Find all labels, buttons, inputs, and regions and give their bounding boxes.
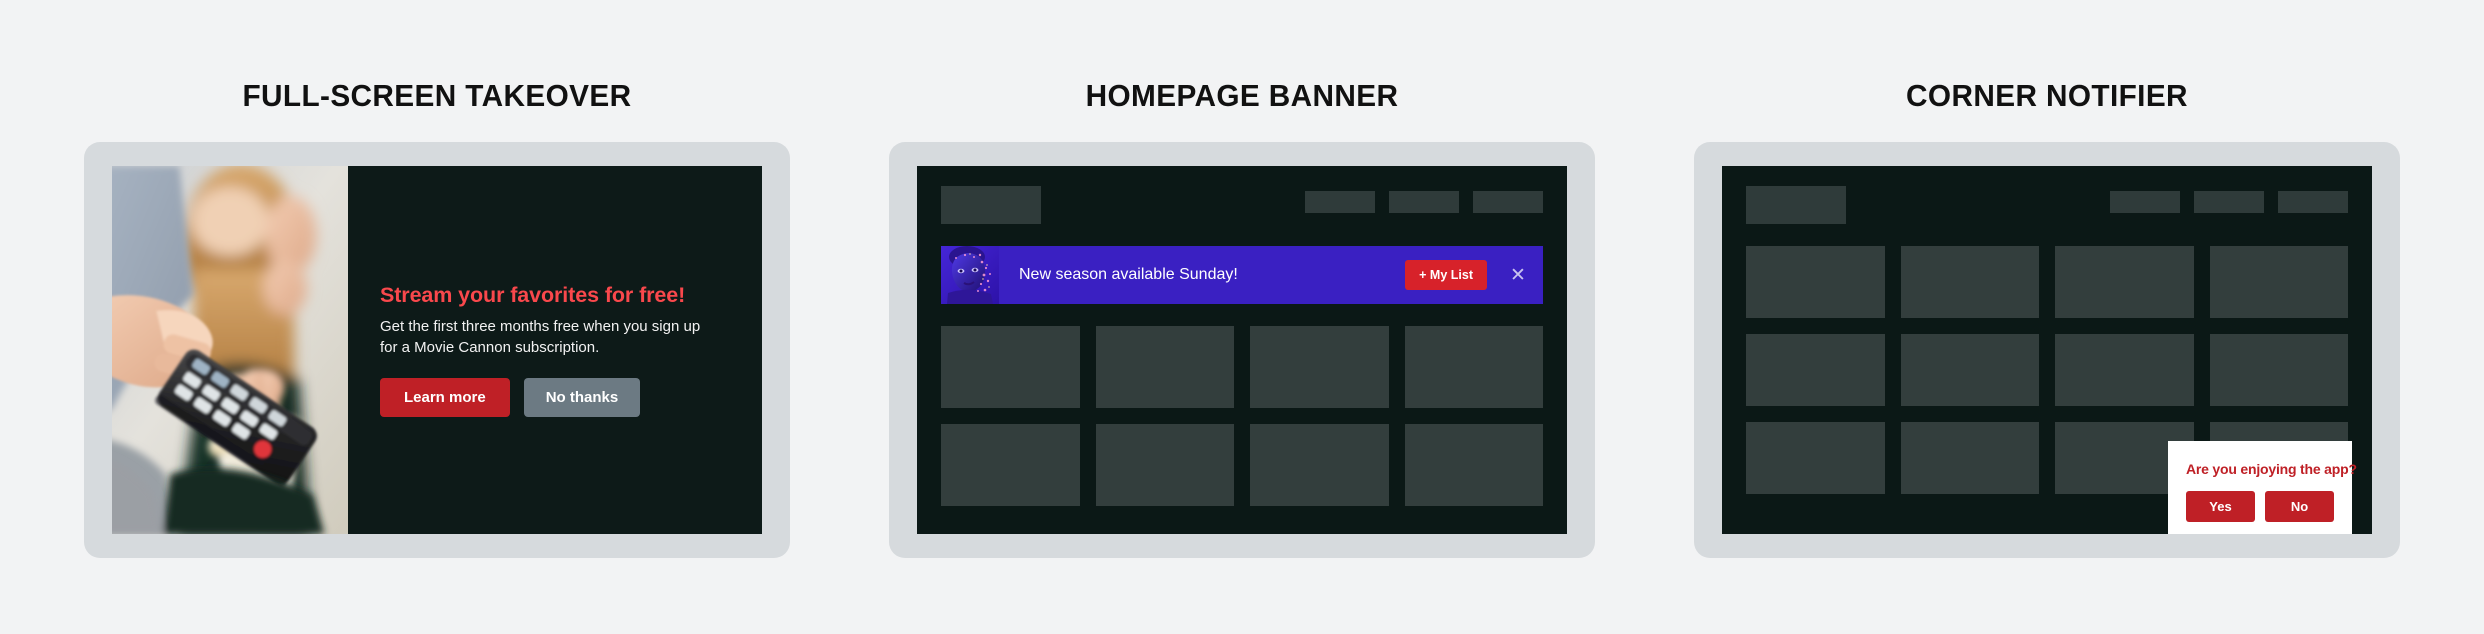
takeover-copy-block: Stream your favorites for free! Get the … (348, 166, 762, 534)
promo-banner-message: New season available Sunday! (1019, 266, 1238, 283)
content-tile[interactable] (1404, 424, 1543, 506)
device-screen-notifier: Are you enjoying the app? Yes No (1722, 166, 2372, 534)
mock-topbar-banner (941, 186, 1543, 224)
content-tile[interactable] (1746, 422, 1885, 494)
notifier-button-row: Yes No (2186, 491, 2334, 522)
device-frame-takeover: Stream your favorites for free! Get the … (84, 142, 790, 558)
content-tile[interactable] (1250, 424, 1389, 506)
device-frame-banner: New season available Sunday! + My List ✕ (889, 142, 1595, 558)
yes-button[interactable]: Yes (2186, 491, 2255, 522)
panel-title-banner: HOMEPAGE BANNER (1085, 78, 1399, 113)
nav-item-placeholder[interactable] (1305, 191, 1375, 213)
remote-photo-image (112, 166, 348, 534)
content-tile[interactable] (1250, 326, 1389, 408)
panel-corner-notifier: CORNER NOTIFIER Are you enjoying the app… (1694, 0, 2400, 634)
learn-more-button[interactable]: Learn more (380, 378, 510, 418)
nav-item-placeholder[interactable] (2278, 191, 2348, 213)
nav-item-placeholder[interactable] (1389, 191, 1459, 213)
corner-notifier-popup: Are you enjoying the app? Yes No (2168, 441, 2357, 534)
content-tile[interactable] (1404, 326, 1543, 408)
content-tile[interactable] (1095, 424, 1234, 506)
takeover-button-row: Learn more No thanks (380, 378, 728, 418)
nav-item-placeholder[interactable] (2194, 191, 2264, 213)
comparison-board: FULL-SCREEN TAKEOVER Stream your favorit… (0, 0, 2484, 634)
panel-title-notifier: CORNER NOTIFIER (1906, 78, 2188, 113)
content-tile[interactable] (1746, 334, 1885, 406)
panel-homepage-banner: HOMEPAGE BANNER New season available Sun… (889, 0, 1595, 634)
nav-placeholder-group (2110, 186, 2348, 213)
content-tile-grid (941, 326, 1543, 506)
panel-full-screen-takeover: FULL-SCREEN TAKEOVER Stream your favorit… (84, 0, 790, 634)
takeover-modal: Stream your favorites for free! Get the … (112, 166, 762, 534)
takeover-body-text: Get the first three months free when you… (380, 317, 701, 356)
close-icon[interactable]: ✕ (1501, 258, 1535, 292)
content-tile[interactable] (941, 424, 1080, 506)
logo-placeholder (1746, 186, 1846, 224)
content-tile[interactable] (1746, 246, 1885, 318)
add-to-my-list-button[interactable]: + My List (1405, 260, 1487, 290)
mock-topbar-notifier (1746, 186, 2348, 224)
content-tile[interactable] (1900, 246, 2039, 318)
mock-app-notifier: Are you enjoying the app? Yes No (1722, 166, 2372, 534)
content-tile[interactable] (2055, 246, 2194, 318)
content-tile[interactable] (1095, 326, 1234, 408)
device-screen-banner: New season available Sunday! + My List ✕ (917, 166, 1567, 534)
promo-thumbnail-image (941, 246, 999, 304)
takeover-headline: Stream your favorites for free! (380, 282, 686, 307)
nav-item-placeholder[interactable] (1473, 191, 1543, 213)
content-tile[interactable] (2209, 334, 2348, 406)
content-tile[interactable] (941, 326, 1080, 408)
nav-placeholder-group (1305, 186, 1543, 213)
no-thanks-button[interactable]: No thanks (523, 378, 641, 418)
content-tile[interactable] (1900, 422, 2039, 494)
mock-app-banner: New season available Sunday! + My List ✕ (917, 166, 1567, 534)
promo-banner: New season available Sunday! + My List ✕ (941, 246, 1543, 304)
logo-placeholder (941, 186, 1041, 224)
content-tile[interactable] (1900, 334, 2039, 406)
content-tile[interactable] (2209, 246, 2348, 318)
no-button[interactable]: No (2265, 491, 2334, 522)
nav-item-placeholder[interactable] (2110, 191, 2180, 213)
content-tile[interactable] (2055, 334, 2194, 406)
device-frame-notifier: Are you enjoying the app? Yes No (1694, 142, 2400, 558)
panel-title-takeover: FULL-SCREEN TAKEOVER (242, 78, 632, 113)
device-screen-takeover: Stream your favorites for free! Get the … (112, 166, 762, 534)
notifier-question: Are you enjoying the app? (2186, 461, 2357, 477)
